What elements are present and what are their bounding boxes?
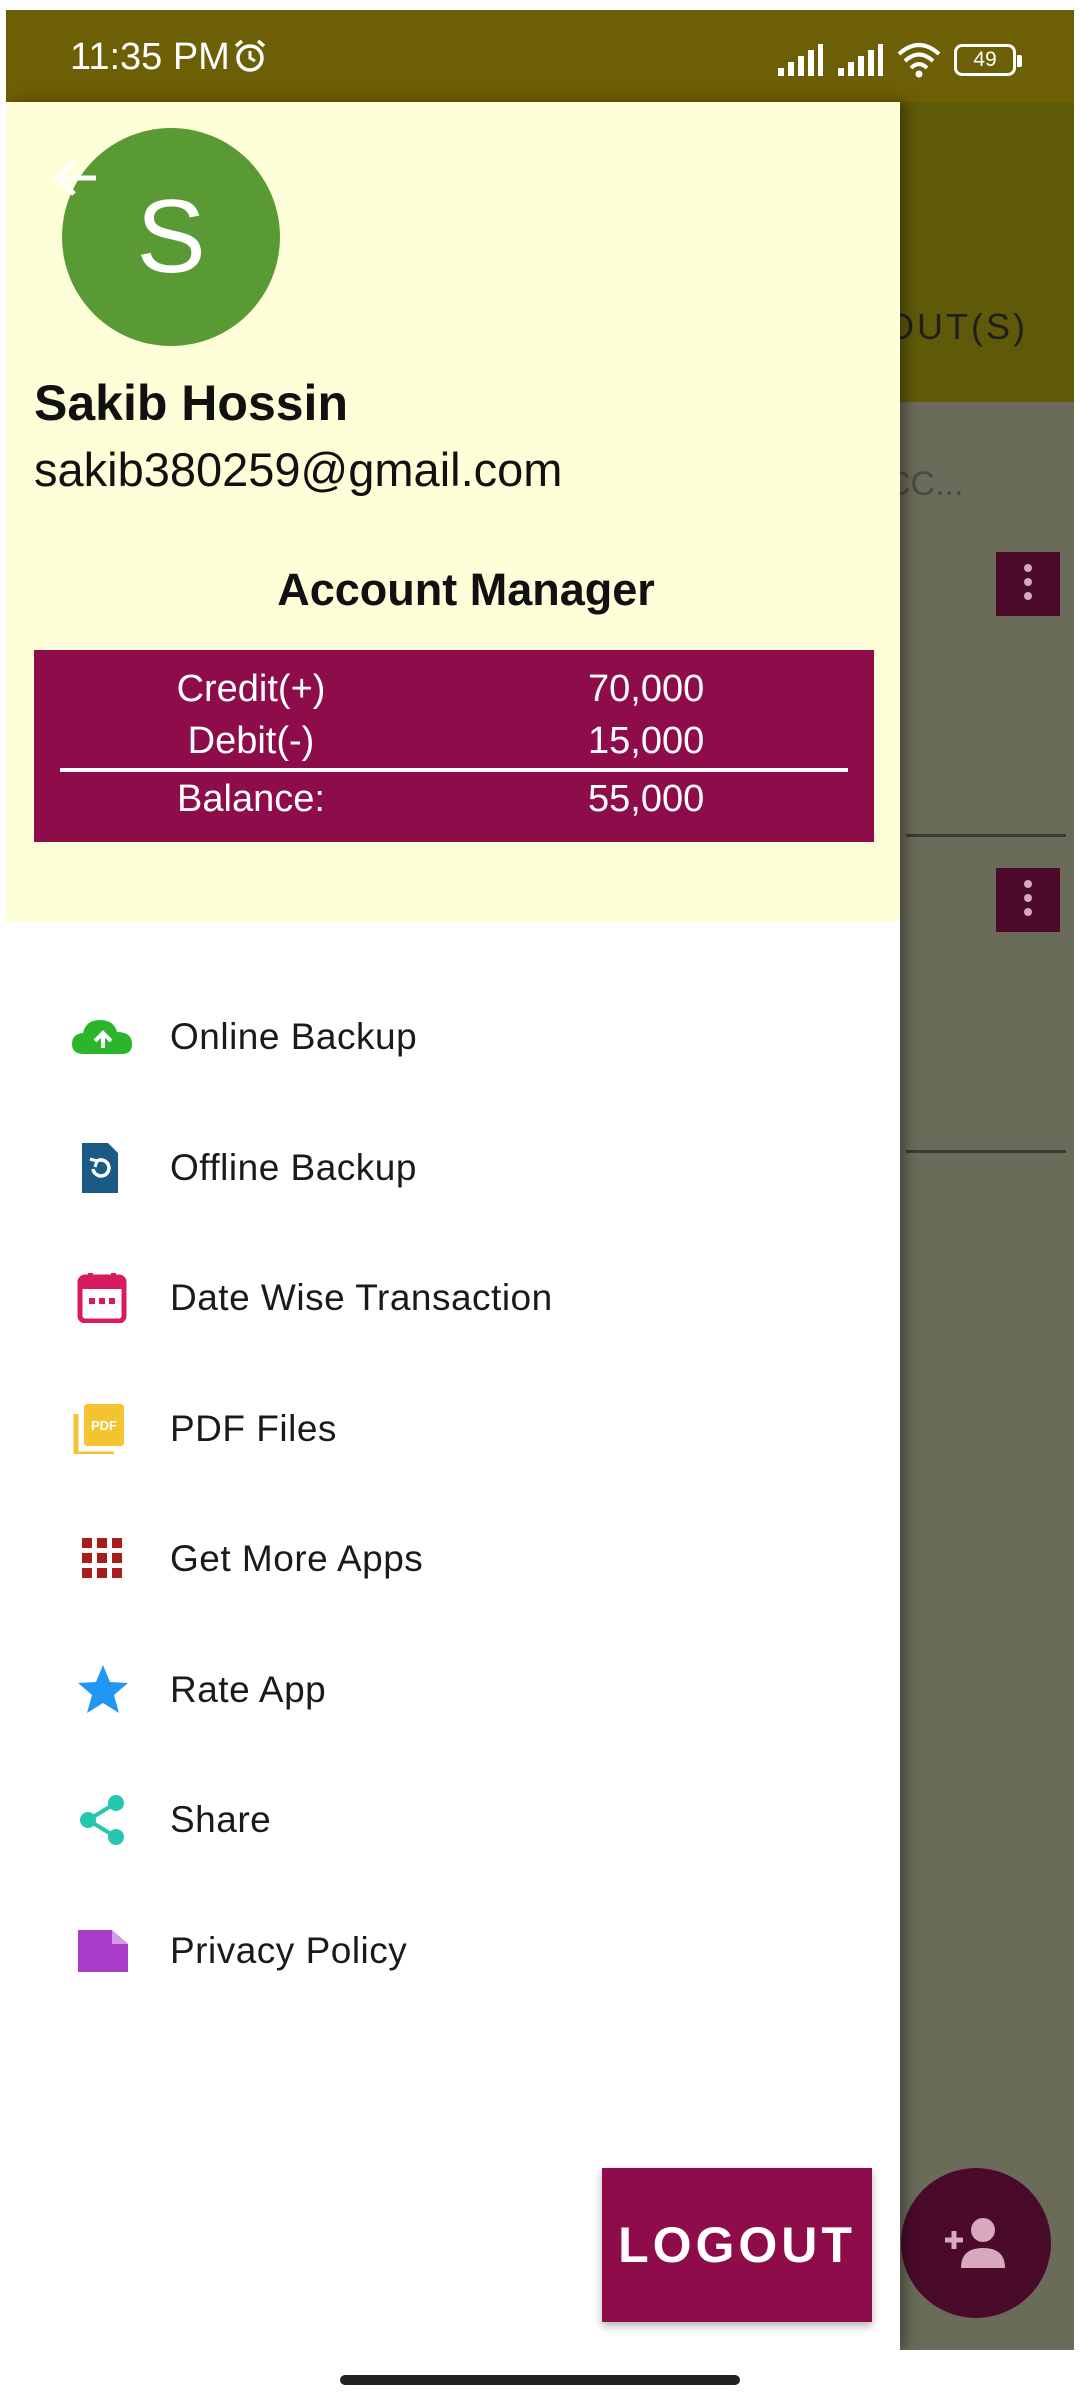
menu-item-label: Get More Apps	[170, 1538, 424, 1579]
more-options-button[interactable]	[996, 868, 1060, 932]
menu-item-get-more-apps[interactable]: Get More Apps	[6, 1494, 900, 1625]
logout-button[interactable]: LOGOUT	[602, 2168, 872, 2322]
menu-item-label: Privacy Policy	[170, 1929, 408, 1971]
menu-item-rate-app[interactable]: Rate App	[6, 1625, 900, 1756]
signal-icon	[778, 44, 823, 76]
credit-label: Credit(+)	[176, 668, 326, 710]
restore-file-icon	[82, 1142, 118, 1193]
user-email: sakib380259@gmail.com	[34, 443, 563, 496]
menu-item-privacy-policy[interactable]: Privacy Policy	[6, 1886, 900, 2017]
menu-item-date-wise-transaction[interactable]: Date Wise Transaction	[6, 1233, 900, 1364]
apps-grid-icon	[82, 1538, 122, 1578]
credit-row: Credit(+) 70,000	[34, 668, 874, 716]
back-arrow-icon[interactable]	[50, 152, 102, 204]
status-icons: 49	[776, 40, 1022, 80]
pdf-icon: PDF	[73, 1403, 124, 1454]
status-time: 11:35 PM	[70, 36, 230, 78]
menu-item-label: Share	[170, 1799, 272, 1840]
credit-value: 70,000	[588, 668, 705, 710]
svg-text:PDF: PDF	[91, 1418, 117, 1433]
cloud-upload-icon	[72, 1020, 132, 1054]
menu-item-pdf-files[interactable]: PDF PDF Files	[6, 1364, 900, 1495]
more-vert-icon	[1024, 880, 1032, 920]
navigation-drawer: S Sakib Hossin sakib380259@gmail.com Acc…	[6, 102, 900, 2350]
menu-item-online-backup[interactable]: Online Backup	[6, 972, 900, 1103]
menu-item-label: Offline Backup	[170, 1146, 417, 1188]
calendar-icon	[77, 1273, 127, 1323]
share-icon	[80, 1795, 124, 1845]
more-options-button[interactable]	[996, 552, 1060, 616]
drawer-header: S Sakib Hossin sakib380259@gmail.com Acc…	[6, 102, 900, 922]
document-icon	[78, 1929, 128, 1972]
battery-icon: 49	[954, 44, 1022, 76]
menu-item-label: PDF Files	[170, 1407, 337, 1449]
ledger-divider	[60, 768, 848, 772]
user-name: Sakib Hossin	[34, 375, 348, 431]
account-manager-title: Account Manager	[277, 564, 655, 615]
divider	[906, 1150, 1066, 1153]
signal-icon	[838, 44, 883, 76]
menu-item-label: Date Wise Transaction	[170, 1277, 553, 1318]
background-tab-label: OUT(S)	[886, 306, 1028, 347]
debit-label: Debit(-)	[187, 720, 315, 762]
menu-item-share[interactable]: Share	[6, 1755, 900, 1886]
debit-row: Debit(-) 15,000	[34, 720, 874, 768]
alarm-icon	[234, 39, 266, 72]
balance-row: Balance: 55,000	[34, 778, 874, 826]
screen: 11:35 PM 49 OUT(S) CC... S Sakib Hossin …	[6, 10, 1074, 2350]
home-gesture-handle[interactable]	[340, 2375, 740, 2385]
balance-summary: Credit(+) 70,000 Debit(-) 15,000 Balance…	[34, 650, 874, 842]
divider	[906, 834, 1066, 837]
menu-item-label: Rate App	[170, 1668, 327, 1710]
add-person-button[interactable]	[901, 2168, 1051, 2318]
add-person-icon	[945, 2218, 1005, 2268]
status-bar: 11:35 PM 49	[6, 10, 1074, 102]
star-icon	[78, 1664, 128, 1713]
menu-item-label: Online Backup	[170, 1016, 418, 1057]
debit-value: 15,000	[588, 720, 705, 762]
balance-value: 55,000	[588, 778, 705, 820]
more-vert-icon	[1024, 564, 1032, 604]
system-navigation-bar	[0, 2350, 1080, 2400]
drawer-menu: Online Backup Offline Backup Date Wise T…	[6, 972, 900, 2016]
wifi-icon	[897, 43, 941, 78]
menu-item-offline-backup[interactable]: Offline Backup	[6, 1103, 900, 1234]
balance-label: Balance:	[177, 778, 325, 820]
